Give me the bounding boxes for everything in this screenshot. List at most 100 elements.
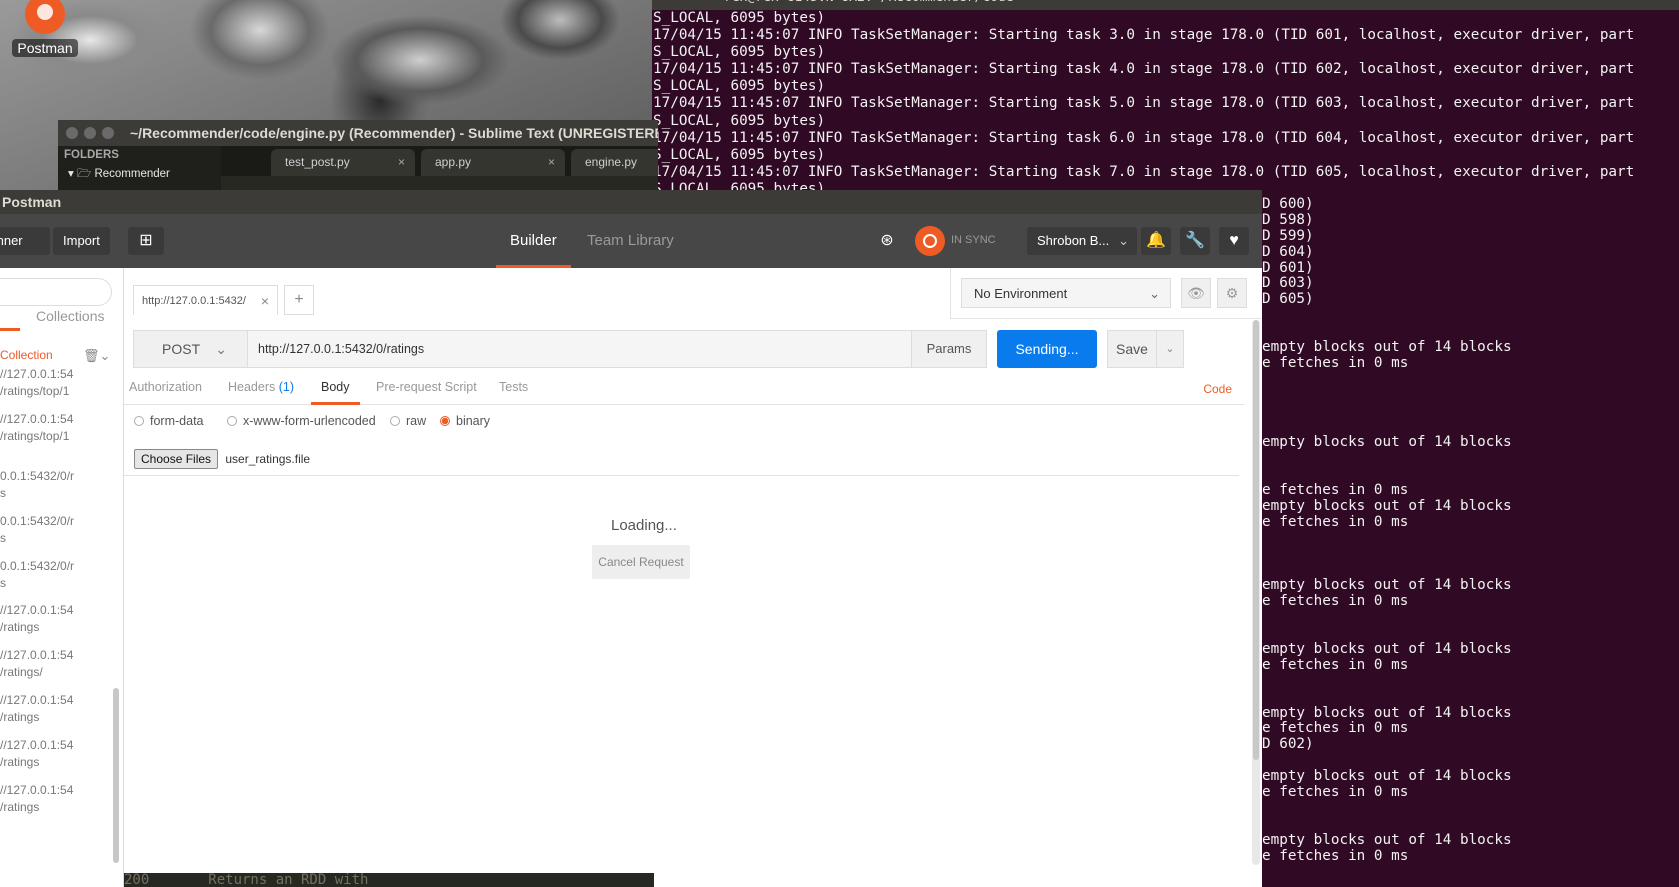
history-item-line: s bbox=[0, 486, 6, 500]
new-tab-icon[interactable]: ⊞ bbox=[128, 227, 164, 255]
sublime-tab-bar: ◀ ▶ test_post.py× app.py× engine.py bbox=[221, 146, 658, 176]
code-link[interactable]: Code bbox=[1203, 382, 1232, 396]
terminal-line: empty blocks out of 14 blocks bbox=[1262, 339, 1512, 356]
save-button[interactable]: Save bbox=[1107, 330, 1157, 368]
history-item[interactable]: //127.0.0.1:54/ratings/top/1 bbox=[0, 366, 73, 400]
tab-builder[interactable]: Builder bbox=[496, 214, 571, 268]
sidebar-search-input[interactable] bbox=[0, 278, 112, 306]
heart-icon[interactable]: ♥ bbox=[1219, 227, 1249, 255]
radio-urlencoded[interactable]: x-www-form-urlencoded bbox=[227, 414, 376, 428]
postman-sidebar: Collections Collection 🗑⌄ //127.0.0.1:54… bbox=[0, 268, 124, 887]
tab-close-icon[interactable]: × bbox=[548, 149, 555, 176]
tab-body[interactable]: Body bbox=[311, 380, 360, 405]
terminal-line: 17/04/15 11:45:07 INFO TaskSetManager: S… bbox=[653, 129, 1635, 146]
postman-window[interactable]: Postman Runner Import ⊞ Builder Team Lib… bbox=[0, 190, 1262, 887]
radio-form-data[interactable]: form-data bbox=[134, 414, 204, 428]
tab-prerequest-script[interactable]: Pre-request Script bbox=[376, 380, 477, 394]
user-dropdown[interactable]: Shrobon B... ⌄ bbox=[1027, 227, 1137, 255]
main-scrollbar[interactable] bbox=[1252, 320, 1260, 865]
terminal-line: empty blocks out of 14 blocks bbox=[1262, 831, 1512, 848]
sidebar-scrollbar[interactable] bbox=[113, 688, 119, 863]
request-tab[interactable]: http://127.0.0.1:5432/ × bbox=[133, 285, 278, 315]
environment-select[interactable]: No Environment ⌄ bbox=[961, 278, 1171, 308]
wrench-icon[interactable]: 🔧 bbox=[1180, 227, 1210, 255]
new-collection-link[interactable]: Collection bbox=[0, 348, 53, 362]
history-item[interactable]: 0.0.1:5432/0/r s bbox=[0, 468, 74, 502]
folder-name: Recommender bbox=[94, 168, 170, 180]
tab-headers[interactable]: Headers (1) bbox=[228, 380, 294, 394]
history-item[interactable]: //127.0.0.1:54/ratings bbox=[0, 782, 73, 816]
terminal-line: empty blocks out of 14 blocks bbox=[1262, 640, 1512, 657]
terminal-line: S_LOCAL, 6095 bytes) bbox=[653, 146, 826, 163]
trash-icon[interactable]: 🗑⌄ bbox=[83, 348, 110, 364]
maximize-icon[interactable] bbox=[102, 127, 114, 139]
send-button[interactable]: Sending... bbox=[997, 330, 1097, 368]
method-select[interactable]: POST ⌄ bbox=[133, 330, 248, 368]
request-tab-label: http://127.0.0.1:5432/ bbox=[142, 295, 246, 307]
radio-raw[interactable]: raw bbox=[390, 414, 426, 428]
folder-recommender[interactable]: ▾ 🗁 Recommender bbox=[58, 164, 221, 187]
history-item[interactable]: //127.0.0.1:54/ratings bbox=[0, 602, 73, 636]
history-item[interactable]: //127.0.0.1:54/ratings bbox=[0, 692, 73, 726]
tab-label: app.py bbox=[435, 155, 472, 169]
url-input[interactable] bbox=[247, 330, 912, 368]
add-tab-button[interactable]: + bbox=[284, 285, 314, 315]
sync-icon[interactable] bbox=[915, 226, 945, 256]
sublime-code-peek: 200 Returns an RDD with bbox=[124, 873, 654, 887]
tab-test-post[interactable]: test_post.py × bbox=[271, 149, 415, 176]
tab-authorization[interactable]: Authorization bbox=[129, 380, 202, 394]
history-item-line: 0.0.1:5432/0/r bbox=[0, 559, 75, 573]
radio-label: form-data bbox=[150, 414, 204, 428]
sublime-title-text: ~/Recommender/code/engine.py (Recommende… bbox=[130, 125, 658, 141]
params-button[interactable]: Params bbox=[911, 330, 987, 368]
runner-button[interactable]: Runner bbox=[0, 227, 50, 255]
tab-tests[interactable]: Tests bbox=[499, 380, 528, 394]
choose-files-button[interactable]: Choose Files bbox=[134, 449, 219, 469]
desktop-icon-postman[interactable]: Postman bbox=[10, 0, 80, 58]
history-item[interactable]: //127.0.0.1:54/ratings bbox=[0, 737, 73, 771]
history-item[interactable]: 0.0.1:5432/0/r s bbox=[0, 558, 74, 592]
eye-icon[interactable]: 👁 bbox=[1181, 278, 1211, 308]
history-item-line: //127.0.0.1:54 bbox=[0, 738, 74, 752]
history-item[interactable]: 0.0.1:5432/0/r s bbox=[0, 513, 74, 547]
terminal-line: D 602) bbox=[1262, 736, 1314, 753]
tab-collections[interactable]: Collections bbox=[36, 308, 104, 324]
history-item[interactable]: //127.0.0.1:54/ratings/top/1 bbox=[0, 411, 73, 445]
terminal-line: D 598) bbox=[1262, 211, 1314, 228]
scrollbar-thumb[interactable] bbox=[1253, 320, 1259, 760]
history-item[interactable]: //127.0.0.1:54/ratings/ bbox=[0, 647, 73, 681]
cancel-request-button[interactable]: Cancel Request bbox=[592, 545, 690, 579]
interceptor-icon[interactable]: ⊛ bbox=[872, 227, 902, 255]
import-button[interactable]: Import bbox=[53, 227, 110, 255]
history-item-line: /ratings/ bbox=[0, 665, 43, 679]
chevron-down-icon[interactable]: ⌄ bbox=[1156, 330, 1184, 368]
tab-team-library[interactable]: Team Library bbox=[587, 214, 674, 268]
folders-heading: FOLDERS bbox=[64, 149, 119, 161]
history-item-line: 0.0.1:5432/0/r bbox=[0, 469, 75, 483]
tab-engine[interactable]: engine.py bbox=[571, 149, 658, 176]
minimize-icon[interactable] bbox=[84, 127, 96, 139]
tab-history-indicator[interactable] bbox=[0, 328, 20, 331]
close-icon[interactable]: × bbox=[261, 286, 269, 316]
desktop-icon-label: Postman bbox=[12, 39, 78, 57]
terminal-line: 17/04/15 11:45:07 INFO TaskSetManager: S… bbox=[653, 61, 1635, 78]
close-icon[interactable] bbox=[66, 127, 78, 139]
headers-count: (1) bbox=[278, 380, 295, 394]
bell-icon[interactable]: 🔔 bbox=[1141, 227, 1171, 255]
gear-icon[interactable]: ⚙ bbox=[1217, 278, 1247, 308]
tab-headers-label: Headers bbox=[228, 380, 276, 394]
radio-dot-selected bbox=[440, 416, 450, 426]
request-subtabs: Authorization Headers (1) Body Pre-reque… bbox=[124, 374, 1244, 405]
tab-app[interactable]: app.py × bbox=[421, 149, 565, 176]
radio-binary[interactable]: binary bbox=[440, 414, 490, 428]
tab-close-icon[interactable]: × bbox=[398, 149, 405, 176]
